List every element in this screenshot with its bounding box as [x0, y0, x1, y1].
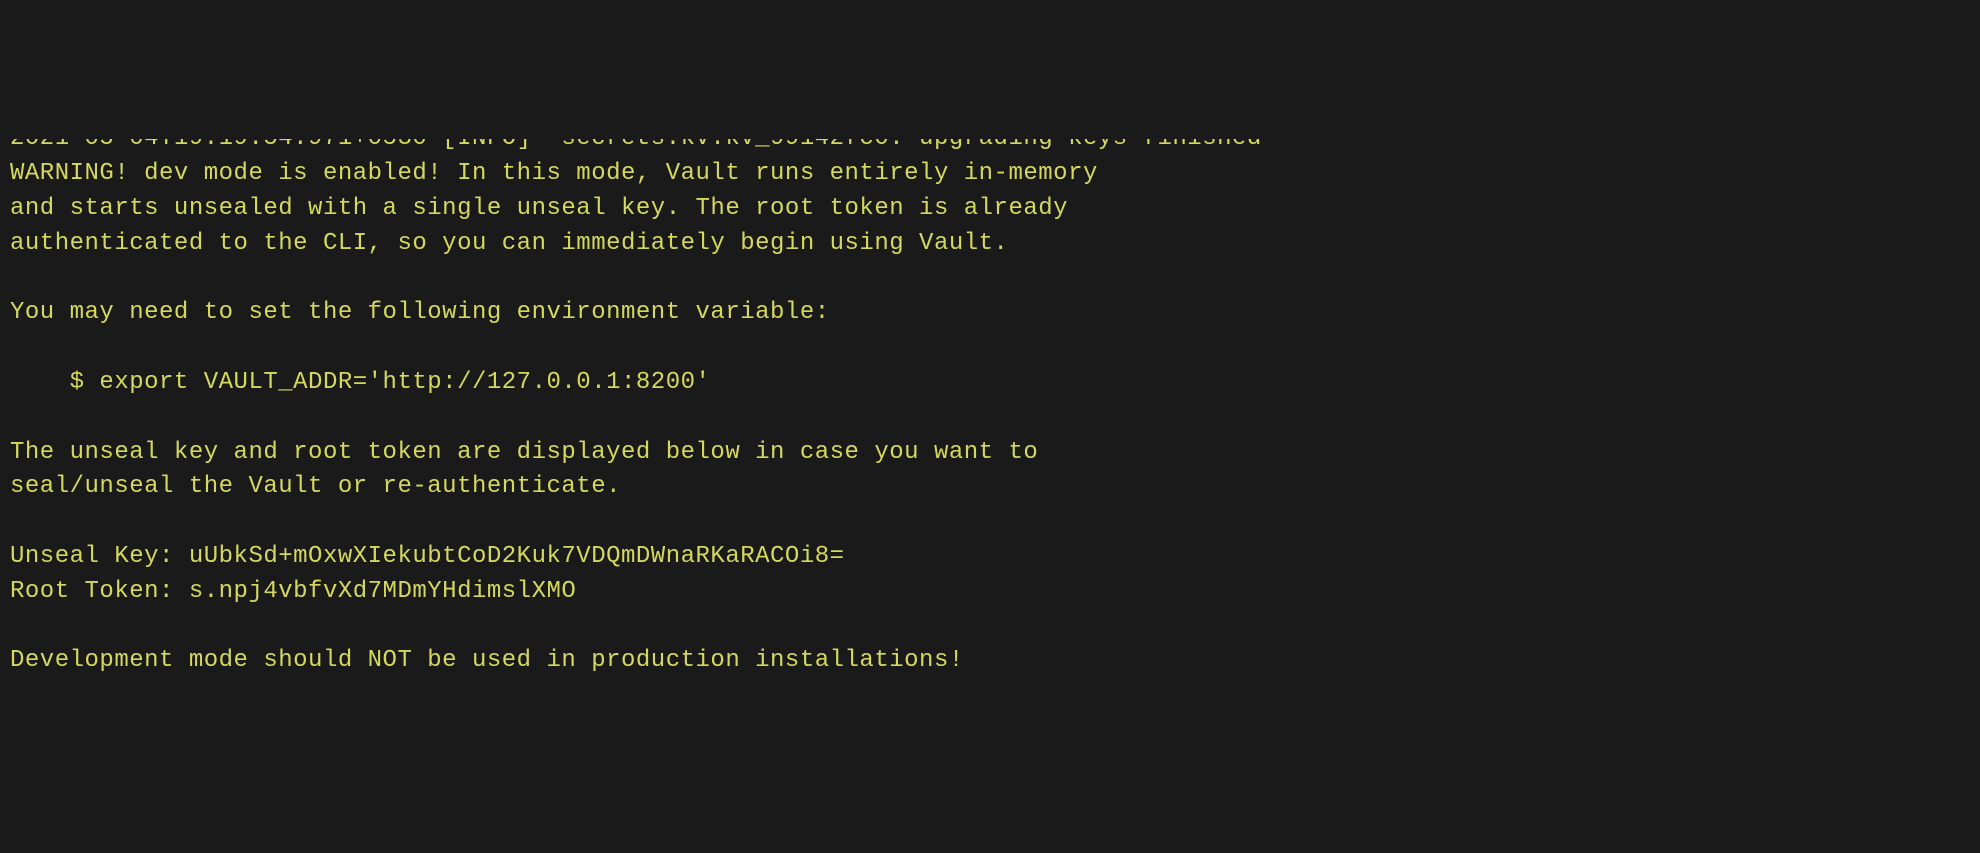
- unseal-key-line: Unseal Key: uUbkSd+mOxwXIekubtCoD2Kuk7VD…: [10, 543, 845, 570]
- production-warning: Development mode should NOT be used in p…: [10, 647, 964, 674]
- env-var-instruction: You may need to set the following enviro…: [10, 299, 830, 326]
- warning-line-3: authenticated to the CLI, so you can imm…: [10, 230, 1008, 257]
- warning-line-1: WARNING! dev mode is enabled! In this mo…: [10, 160, 1098, 187]
- terminal-output[interactable]: 2021-05-04T19:19:54.971+0530 [INFO] secr…: [10, 139, 1970, 679]
- root-token-line: Root Token: s.npj4vbfvXd7MDmYHdimslXMO: [10, 578, 576, 605]
- unseal-info-line-2: seal/unseal the Vault or re-authenticate…: [10, 473, 621, 500]
- unseal-info-line-1: The unseal key and root token are displa…: [10, 439, 1038, 466]
- warning-line-2: and starts unsealed with a single unseal…: [10, 195, 1068, 222]
- export-command: $ export VAULT_ADDR='http://127.0.0.1:82…: [10, 369, 710, 396]
- log-line-partial: 2021-05-04T19:19:54.971+0530 [INFO] secr…: [10, 139, 1970, 157]
